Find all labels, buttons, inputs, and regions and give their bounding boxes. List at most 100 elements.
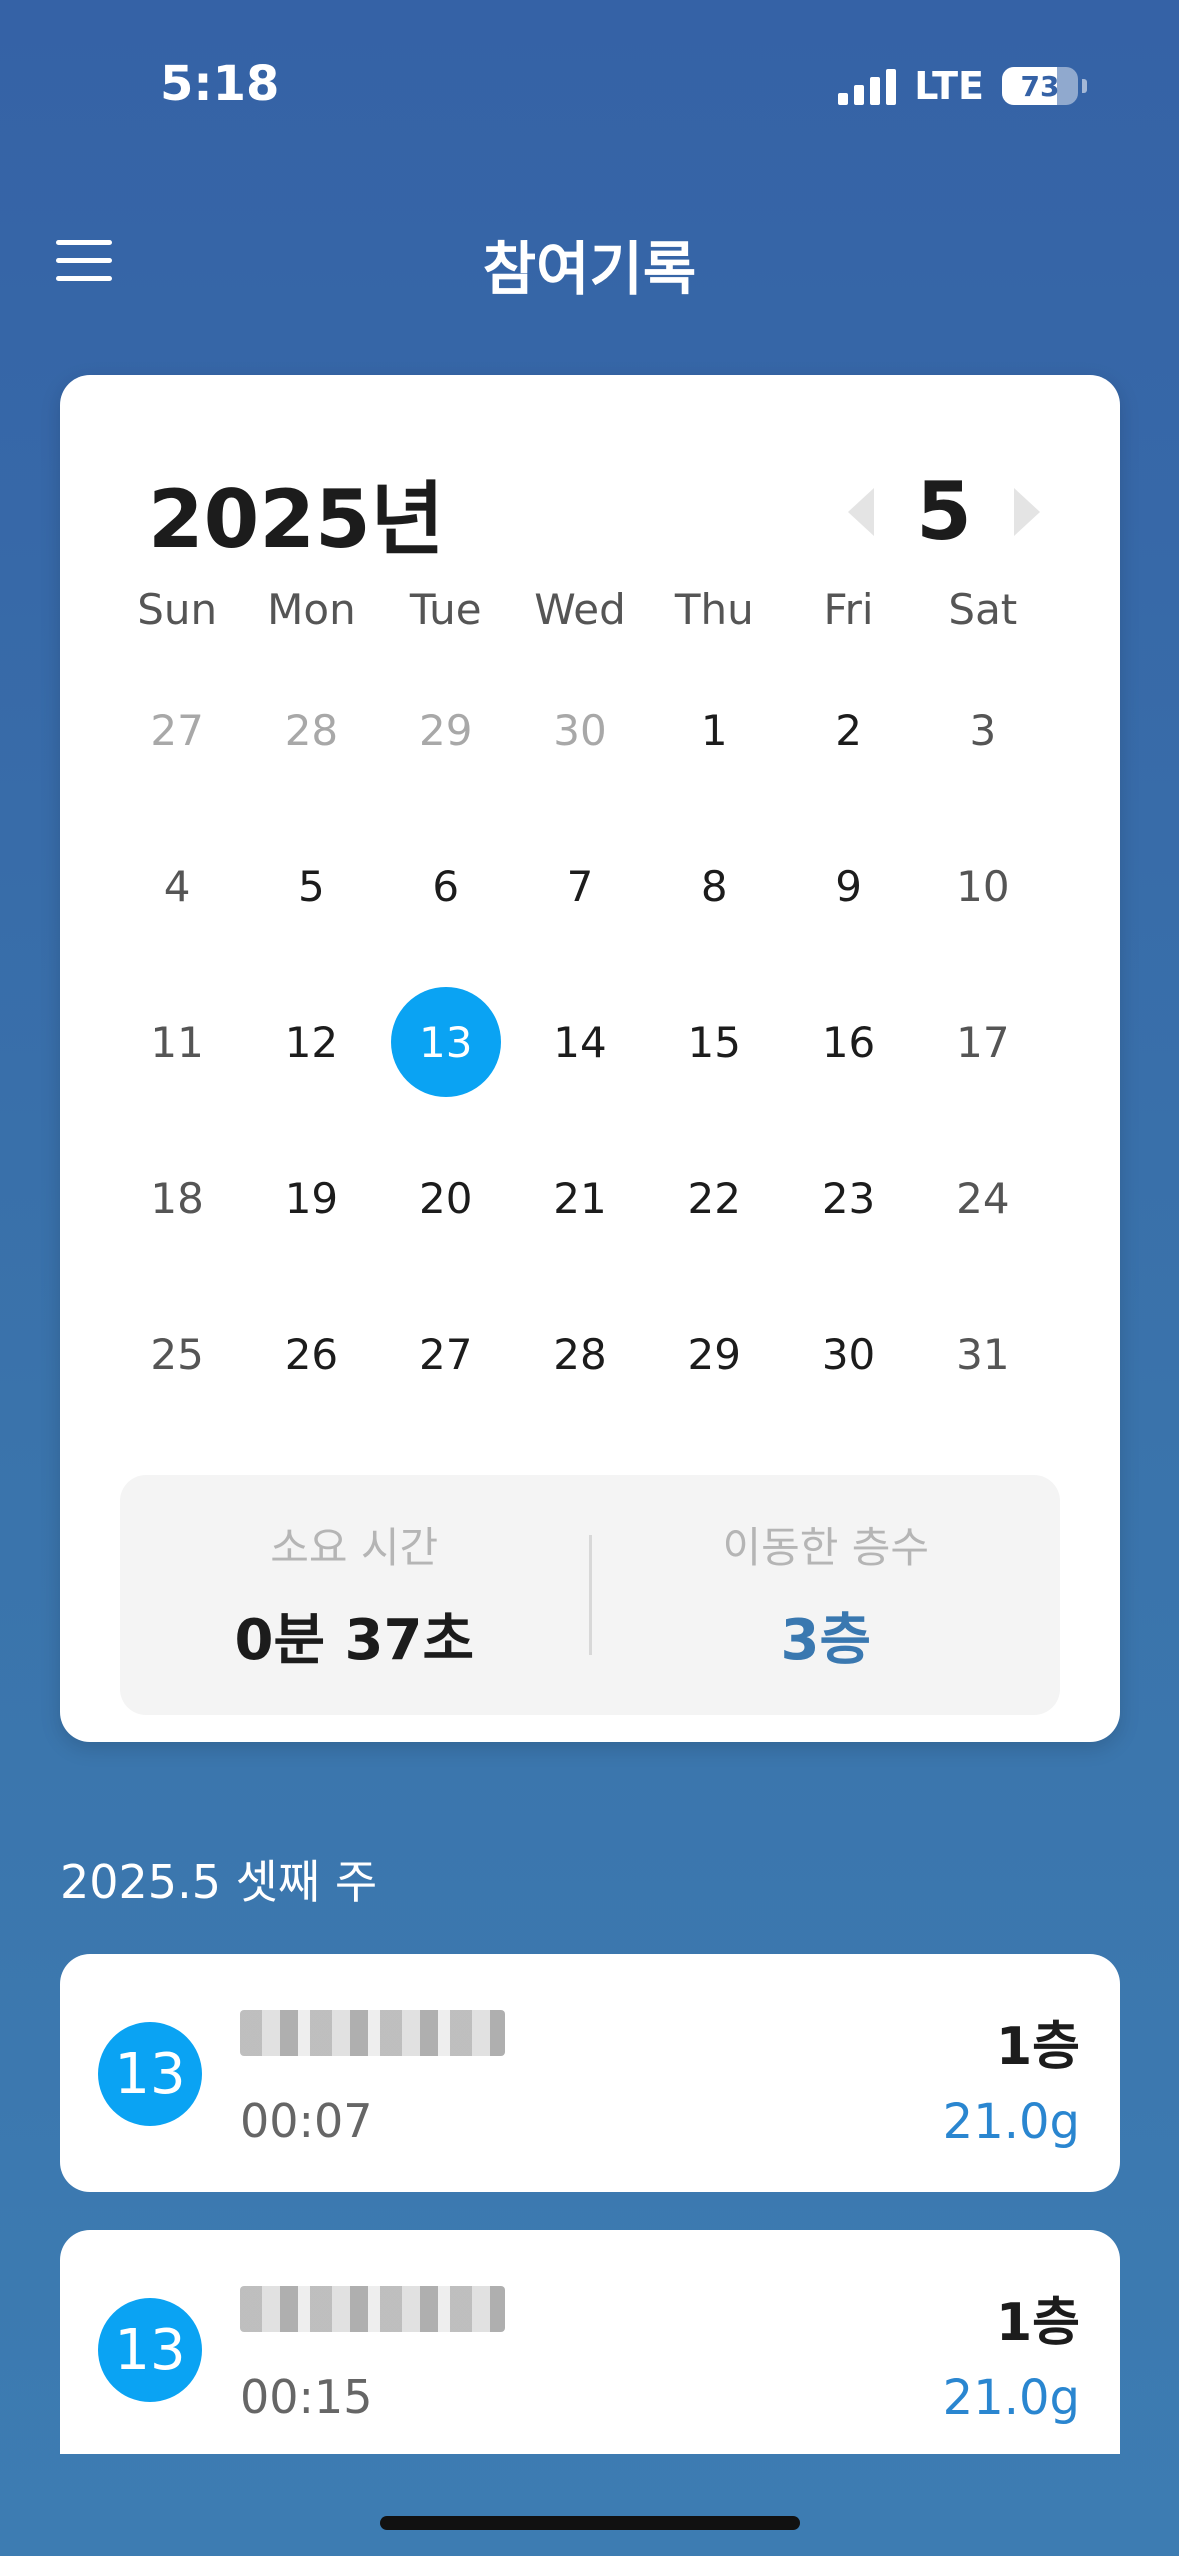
calendar-day-number: 2 <box>835 705 862 755</box>
calendar-day-number: 11 <box>150 1017 204 1067</box>
calendar-day[interactable]: 8 <box>647 831 781 941</box>
calendar-day-number: 22 <box>687 1173 741 1223</box>
month-nav: 5 <box>848 465 1040 558</box>
calendar-day-number: 30 <box>821 1329 876 1379</box>
signal-icon <box>838 67 897 105</box>
record-card[interactable]: 13 00:07 1층 21.0g <box>60 1954 1120 2192</box>
calendar-day[interactable]: 29 <box>379 675 513 785</box>
weekday-label: Wed <box>534 585 626 634</box>
calendar-day[interactable]: 3 <box>916 675 1050 785</box>
calendar-day[interactable]: 20 <box>379 1143 513 1253</box>
calendar-day-number: 20 <box>418 1173 473 1223</box>
calendar-day-number: 16 <box>821 1017 876 1067</box>
calendar-day[interactable]: 27 <box>110 675 244 785</box>
network-label: LTE <box>914 64 984 108</box>
calendar-day[interactable]: 6 <box>379 831 513 941</box>
weekday-label: Fri <box>823 585 874 634</box>
weekday-label: Mon <box>267 585 356 634</box>
calendar-day[interactable]: 26 <box>244 1299 378 1409</box>
page-title: 참여기록 <box>482 235 697 303</box>
calendar-day[interactable]: 30 <box>513 675 647 785</box>
chevron-left-icon[interactable] <box>848 487 874 536</box>
calendar-day-number: 13 <box>390 987 501 1097</box>
calendar-day[interactable]: 23 <box>781 1143 915 1253</box>
summary-time-label: 소요 시간 <box>270 1523 439 1572</box>
calendar-day[interactable]: 15 <box>647 987 781 1097</box>
calendar-day[interactable]: 1 <box>647 675 781 785</box>
record-day-badge: 13 <box>98 2298 202 2402</box>
calendar-day[interactable]: 9 <box>781 831 915 941</box>
calendar-day-number: 4 <box>163 861 191 911</box>
battery-icon: 73 <box>1002 67 1078 105</box>
record-floor: 1층 <box>995 2017 1080 2077</box>
calendar-day[interactable]: 4 <box>110 831 244 941</box>
calendar-day-number: 19 <box>284 1173 339 1223</box>
weekday-label: Thu <box>674 585 754 634</box>
calendar-day[interactable]: 19 <box>244 1143 378 1253</box>
calendar-day[interactable]: 25 <box>110 1299 244 1409</box>
record-time: 00:07 <box>240 2094 373 2148</box>
calendar-day-number: 6 <box>432 861 460 911</box>
record-name-redacted <box>240 2286 505 2332</box>
calendar-day[interactable]: 27 <box>379 1299 513 1409</box>
calendar-day[interactable]: 31 <box>916 1299 1050 1409</box>
status-icons: LTE 73 <box>838 64 1087 108</box>
calendar-day[interactable]: 14 <box>513 987 647 1097</box>
week-title: 2025.5 셋째 주 <box>60 1855 378 1909</box>
calendar-day-number: 23 <box>821 1173 876 1223</box>
calendar-day[interactable]: 29 <box>647 1299 781 1409</box>
calendar-day[interactable]: 12 <box>244 987 378 1097</box>
calendar-day-number: 9 <box>835 861 862 911</box>
calendar-day-number: 15 <box>687 1017 741 1067</box>
calendar-day-number: 27 <box>418 1329 473 1379</box>
calendar-day[interactable]: 28 <box>513 1299 647 1409</box>
calendar-day-number: 29 <box>418 705 473 755</box>
calendar-day-number: 21 <box>553 1173 607 1223</box>
battery-percent: 73 <box>1020 69 1060 103</box>
calendar-card: 2025년 5 Sun Mon Tue Wed Thu Fri Sat 27 28 29 30 1 2… <box>60 375 1120 1742</box>
calendar-day[interactable]: 22 <box>647 1143 781 1253</box>
calendar-day[interactable]: 21 <box>513 1143 647 1253</box>
battery-tip <box>1082 79 1087 93</box>
calendar-days: 27 28 29 30 1 2 3 4 5 6 7 8 9 10 11 12 13 14 15 16 17 18 19 20 2… <box>110 675 1050 1455</box>
record-weight: 21.0g <box>942 2094 1080 2150</box>
record-card[interactable]: 13 00:15 1층 21.0g <box>60 2230 1120 2454</box>
calendar-day[interactable]: 17 <box>916 987 1050 1097</box>
summary-floors-label: 이동한 층수 <box>722 1523 930 1572</box>
calendar-day-number: 24 <box>956 1173 1010 1223</box>
year-label: 2025년 <box>148 473 445 566</box>
status-time: 5:18 <box>160 56 280 112</box>
calendar-day[interactable]: 11 <box>110 987 244 1097</box>
calendar-day-number: 14 <box>553 1017 607 1067</box>
calendar-day[interactable]: 24 <box>916 1143 1050 1253</box>
summary-time: 소요 시간 0분 37초 <box>120 1514 589 1676</box>
calendar-day-number: 25 <box>150 1329 204 1379</box>
month-label: 5 <box>916 465 972 558</box>
calendar-day-number: 29 <box>687 1329 741 1379</box>
calendar-day[interactable]: 10 <box>916 831 1050 941</box>
record-floor: 1층 <box>995 2293 1080 2353</box>
summary-floors-value: 3층 <box>780 1608 872 1673</box>
record-day-badge: 13 <box>98 2022 202 2126</box>
chevron-right-icon[interactable] <box>1014 487 1040 536</box>
weekday-header: Sun Mon Tue Wed Thu Fri Sat <box>110 585 1050 634</box>
calendar-day[interactable]: 18 <box>110 1143 244 1253</box>
calendar-day[interactable]: 28 <box>244 675 378 785</box>
record-time: 00:15 <box>240 2370 373 2424</box>
calendar-day-number: 12 <box>284 1017 339 1067</box>
weekday-label: Sat <box>948 585 1018 634</box>
calendar-day[interactable]: 7 <box>513 831 647 941</box>
calendar-day[interactable]: 2 <box>781 675 915 785</box>
calendar-day[interactable]: 5 <box>244 831 378 941</box>
calendar-day-number: 8 <box>700 861 728 911</box>
weekday-label: Tue <box>409 585 482 634</box>
summary-floors: 이동한 층수 3층 <box>592 1514 1061 1676</box>
calendar-day-number: 31 <box>956 1329 1010 1379</box>
calendar-day[interactable]: 30 <box>781 1299 915 1409</box>
calendar-day-number: 28 <box>553 1329 607 1379</box>
calendar-day-number: 17 <box>956 1017 1010 1067</box>
calendar-day-selected[interactable]: 13 <box>379 987 513 1097</box>
weekday-label: Sun <box>137 585 218 634</box>
calendar-day-number: 1 <box>700 705 728 755</box>
calendar-day[interactable]: 16 <box>781 987 915 1097</box>
